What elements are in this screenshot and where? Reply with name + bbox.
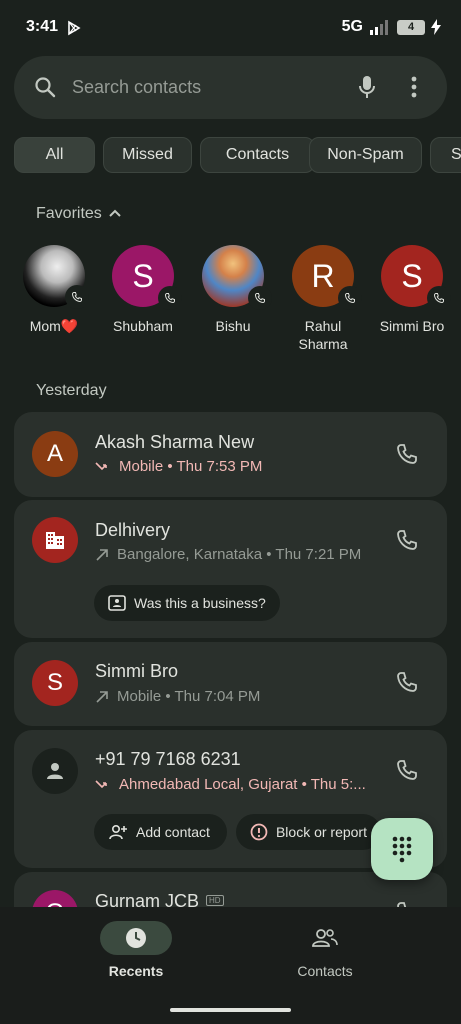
- favorite-name: Rahul Sharma: [298, 318, 348, 352]
- people-icon: [312, 929, 338, 947]
- call-detail: Bangalore, Karnataka • Thu 7:21 PM: [95, 546, 361, 563]
- call-detail-text: Ahmedabad Local, Gujarat • Thu 5:...: [119, 776, 366, 793]
- caller-name: Simmi Bro: [95, 661, 179, 681]
- block-report-label: Block or report: [275, 824, 367, 840]
- call-detail-text: Mobile • Thu 7:53 PM: [119, 458, 263, 475]
- chevron-up-icon[interactable]: [108, 208, 122, 218]
- call-detail: Ahmedabad Local, Gujarat • Thu 5:...: [95, 776, 366, 793]
- caller-name: +91 79 7168 6231: [95, 749, 241, 769]
- add-person-icon: [109, 824, 127, 840]
- phone-icon[interactable]: [395, 528, 419, 552]
- favorite-name: Mom❤️: [29, 318, 79, 334]
- dialpad-icon: [392, 836, 412, 863]
- favorite-name: Shubham: [113, 318, 173, 334]
- more-options-icon[interactable]: [410, 76, 418, 98]
- phone-icon: [344, 293, 355, 304]
- mic-icon[interactable]: [358, 75, 376, 99]
- outgoing-call-icon: [96, 548, 108, 561]
- chip-non-spam[interactable]: Non-Spam: [309, 137, 422, 173]
- phone-icon[interactable]: [395, 758, 419, 782]
- favorites-label[interactable]: Favorites: [36, 205, 102, 223]
- date-group-label: Yesterday: [36, 382, 107, 399]
- favorite-name: Bishu: [215, 318, 251, 334]
- nav-recents-label: Recents: [108, 963, 164, 979]
- charging-icon: [431, 19, 441, 35]
- network-type: 5G: [341, 18, 363, 35]
- call-badge[interactable]: [65, 285, 89, 309]
- avatar[interactable]: S: [32, 660, 78, 706]
- business-icon: [46, 532, 64, 549]
- missed-call-icon: [95, 779, 107, 788]
- call-log-item[interactable]: A Akash Sharma New Mobile • Thu 7:53 PM: [14, 412, 447, 497]
- caller-name: Delhivery: [95, 520, 171, 540]
- search-icon[interactable]: [34, 76, 56, 98]
- avatar[interactable]: [32, 517, 78, 563]
- person-icon: [47, 763, 63, 779]
- feedback-icon: [108, 595, 126, 611]
- nav-recents[interactable]: Recents: [66, 921, 206, 979]
- caller-name: Akash Sharma New: [95, 432, 255, 452]
- call-detail: Mobile • Thu 7:53 PM: [95, 458, 262, 475]
- search-bar[interactable]: Search contacts: [14, 56, 447, 119]
- phone-icon: [71, 292, 82, 303]
- nav-contacts[interactable]: Contacts: [255, 921, 395, 979]
- avatar[interactable]: A: [32, 431, 78, 477]
- chip-missed[interactable]: Missed: [103, 137, 192, 173]
- nav-recents-pill[interactable]: [100, 921, 172, 955]
- favorite-simmi-bro[interactable]: S Simmi Bro: [367, 245, 457, 335]
- add-contact-label: Add contact: [136, 824, 210, 840]
- call-detail-text: Mobile • Thu 7:04 PM: [117, 688, 261, 705]
- hd-badge: HD: [206, 895, 224, 906]
- status-bar: 3:41 5G 4: [0, 0, 461, 56]
- dialpad-button[interactable]: [371, 818, 433, 880]
- call-badge[interactable]: [158, 286, 182, 310]
- chip-all[interactable]: All: [14, 137, 95, 173]
- warning-icon: [250, 823, 268, 841]
- filter-chips: All Missed Contacts Non-Spam S: [14, 137, 461, 173]
- block-report-button[interactable]: Block or report: [236, 814, 381, 850]
- outgoing-call-icon: [96, 690, 108, 703]
- call-badge[interactable]: [338, 286, 362, 310]
- phone-icon[interactable]: [395, 670, 419, 694]
- call-badge[interactable]: [427, 286, 451, 310]
- favorite-shubham[interactable]: S Shubham: [98, 245, 188, 335]
- favorite-mom[interactable]: Mom❤️: [9, 245, 99, 335]
- call-detail-text: Bangalore, Karnataka • Thu 7:21 PM: [117, 546, 362, 563]
- add-contact-button[interactable]: Add contact: [94, 814, 227, 850]
- phone-icon: [433, 293, 444, 304]
- phone-icon[interactable]: [395, 442, 419, 466]
- call-badge[interactable]: [248, 286, 272, 310]
- signal-icon: [370, 20, 388, 35]
- status-time: 3:41: [26, 18, 59, 35]
- chip-spam[interactable]: S: [430, 137, 461, 173]
- avatar: [23, 245, 89, 309]
- nav-contacts-label: Contacts: [297, 963, 353, 979]
- home-indicator[interactable]: [170, 1008, 291, 1012]
- favorite-name: Simmi Bro: [379, 318, 445, 334]
- nav-contacts-pill[interactable]: [289, 921, 361, 955]
- business-feedback-button[interactable]: Was this a business?: [94, 585, 280, 621]
- avatar[interactable]: [32, 748, 78, 794]
- battery-icon: 4: [397, 19, 425, 35]
- phone-icon: [164, 293, 175, 304]
- favorite-bishu[interactable]: Bishu: [188, 245, 278, 335]
- play-store-icon: [68, 20, 81, 36]
- chip-contacts[interactable]: Contacts: [200, 137, 315, 173]
- bottom-navigation: Recents Contacts: [0, 907, 461, 1024]
- phone-icon: [254, 293, 265, 304]
- call-log-item[interactable]: Delhivery Bangalore, Karnataka • Thu 7:2…: [14, 500, 447, 638]
- clock-icon: [126, 928, 146, 948]
- business-feedback-label: Was this a business?: [134, 595, 266, 611]
- call-detail: Mobile • Thu 7:04 PM: [95, 688, 260, 705]
- call-log-item[interactable]: S Simmi Bro Mobile • Thu 7:04 PM: [14, 642, 447, 726]
- status-indicators: 5G 4: [342, 18, 441, 36]
- search-input[interactable]: Search contacts: [72, 77, 201, 98]
- missed-call-icon: [95, 461, 107, 470]
- favorite-rahul-sharma[interactable]: R Rahul Sharma: [278, 245, 368, 353]
